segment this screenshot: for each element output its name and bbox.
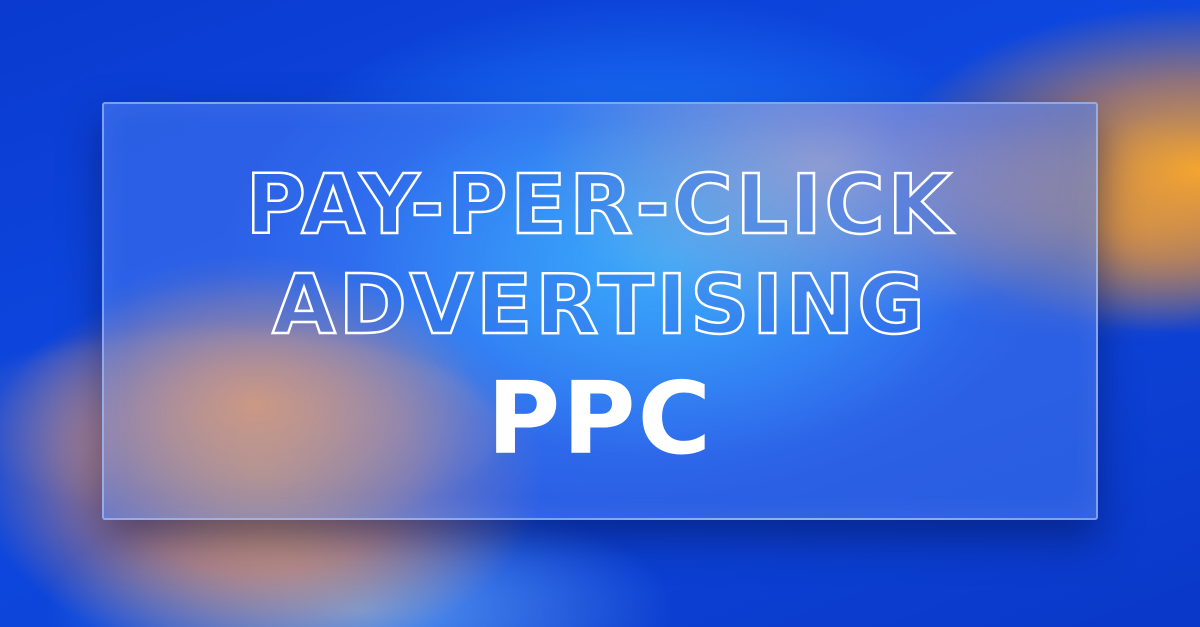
title-line-advertising: ADVERTISING [271, 257, 928, 355]
title-line-pay-per-click: PAY-PER-CLICK [245, 157, 955, 255]
frosted-glass-panel: PAY-PER-CLICK ADVERTISING PPC [102, 102, 1098, 520]
ppc-acronym: PPC [487, 360, 713, 477]
